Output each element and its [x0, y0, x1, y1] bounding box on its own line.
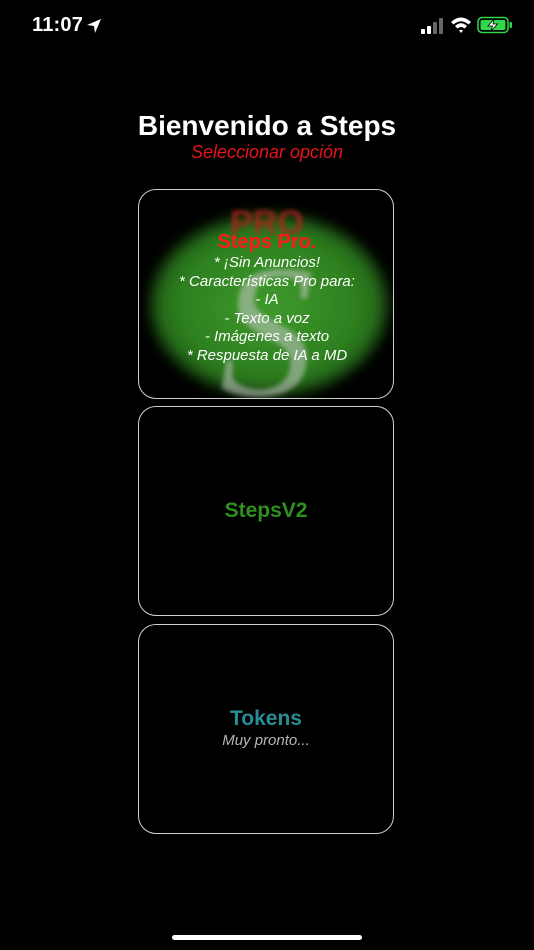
- location-arrow-icon: [87, 19, 101, 33]
- steps-v2-card[interactable]: StepsV2: [138, 406, 394, 616]
- cellular-signal-icon: [421, 18, 443, 34]
- pro-feature-item: * Características Pro para:: [179, 272, 355, 290]
- steps-pro-title: Steps Pro.: [217, 231, 317, 253]
- steps-v2-content: StepsV2: [139, 407, 393, 615]
- tokens-title: Tokens: [230, 707, 302, 730]
- wifi-icon: [451, 17, 471, 33]
- status-bar: 11:07: [0, 0, 534, 54]
- steps-pro-card[interactable]: PRO S Steps Pro. * ¡Sin Anuncios! * Cara…: [138, 189, 394, 399]
- tokens-subtitle: Muy pronto...: [222, 732, 310, 749]
- tokens-card[interactable]: Tokens Muy pronto...: [138, 624, 394, 834]
- pro-feature-item: - IA: [255, 291, 279, 308]
- status-time: 11:07: [32, 14, 84, 36]
- home-indicator[interactable]: [172, 935, 362, 940]
- tokens-content: Tokens Muy pronto...: [139, 625, 393, 833]
- steps-pro-content: Steps Pro. * ¡Sin Anuncios! * Caracterís…: [139, 230, 393, 365]
- battery-charging-icon: [477, 16, 512, 34]
- pro-feature-item: * ¡Sin Anuncios!: [213, 254, 321, 271]
- page-subtitle: Seleccionar opción: [190, 142, 344, 162]
- pro-feature-item: - Texto a voz: [224, 309, 310, 327]
- page-title: Bienvenido a Steps: [137, 110, 397, 141]
- steps-v2-title: StepsV2: [224, 499, 308, 522]
- pro-feature-item: - Imágenes a texto: [204, 328, 330, 345]
- pro-feature-item: * Respuesta de IA a MD: [186, 346, 348, 364]
